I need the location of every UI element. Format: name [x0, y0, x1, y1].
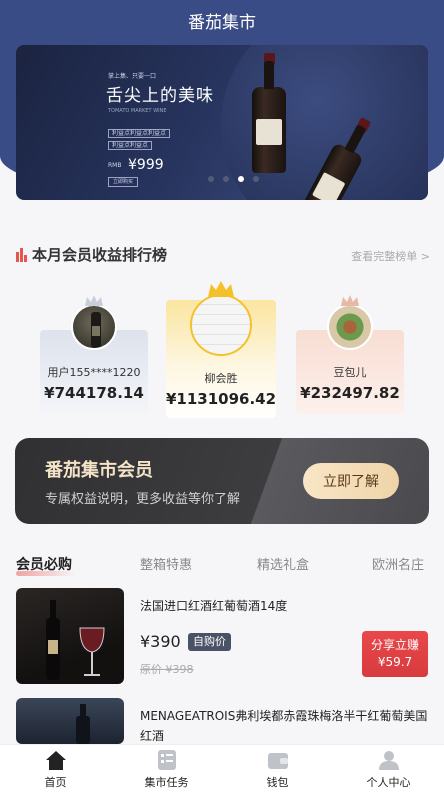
avatar — [327, 304, 373, 350]
rank-amount: ¥744178.14 — [44, 384, 144, 402]
share-amount: ¥59.7 — [377, 655, 413, 669]
share-earn-button[interactable]: 分享立赚 ¥59.7 — [362, 631, 428, 677]
product-price: ¥390 — [140, 632, 181, 651]
silver-crown-icon — [85, 295, 103, 306]
ranking-section-title: 本月会员收益排行榜 — [16, 244, 167, 265]
tab-profile[interactable]: 个人中心 — [333, 745, 444, 794]
rank-card-first[interactable]: 柳会胜 ¥1131096.42 — [166, 280, 276, 418]
task-list-icon — [157, 750, 176, 770]
banner-small-text: 掌上集、只要一口 — [108, 73, 157, 80]
product-image[interactable] — [16, 698, 124, 744]
banner-subtitle: TOMATO MARKET WINE — [108, 108, 167, 114]
page-title: 番茄集市 — [188, 12, 256, 33]
avatar — [71, 304, 117, 350]
tab-market-tasks[interactable]: 集市任务 — [111, 745, 222, 794]
rank-user-name: 柳会胜 — [204, 372, 238, 385]
share-label: 分享立赚 — [370, 638, 419, 652]
carousel-dot[interactable] — [208, 176, 214, 182]
learn-more-button[interactable]: 立即了解 — [303, 463, 399, 499]
membership-description: 专属权益说明，更多收益等你了解 — [45, 492, 241, 507]
bar-chart-icon — [16, 247, 27, 262]
ranking-title: 本月会员收益排行榜 — [32, 246, 168, 264]
rank-user-name: 用户155****1220 — [47, 366, 141, 379]
view-full-ranking-link[interactable]: 查看完整榜单 > — [351, 248, 430, 264]
product-item[interactable]: 法国进口红酒红葡萄酒14度 ¥390 自购价 原价 ¥398 分享立赚 ¥59.… — [0, 588, 444, 688]
product-item[interactable]: MENAGEATROIS弗利埃都赤霞珠梅洛半干红葡萄美国红酒 — [0, 698, 444, 744]
banner-tag: 利益点利益点 — [108, 141, 153, 150]
wine-bottle-image — [252, 53, 286, 173]
carousel-dots[interactable] — [208, 176, 259, 182]
tab-member-must-buy[interactable]: 会员必购 — [16, 554, 72, 574]
rank-card-second[interactable]: 用户155****1220 ¥744178.14 — [40, 294, 148, 414]
banner-tag: 利益点利益点利益点 — [108, 129, 171, 138]
rank-card-third[interactable]: 豆包儿 ¥232497.82 — [296, 294, 404, 414]
product-name[interactable]: MENAGEATROIS弗利埃都赤霞珠梅洛半干红葡萄美国红酒 — [140, 706, 430, 746]
product-image[interactable] — [16, 588, 124, 684]
wallet-icon — [267, 753, 288, 769]
membership-card[interactable]: 番茄集市会员 专属权益说明，更多收益等你了解 立即了解 — [15, 438, 429, 524]
product-name[interactable]: 法国进口红酒红葡萄酒14度 — [140, 596, 430, 616]
bottom-tab-bar: 首页 集市任务 钱包 个人中心 — [0, 744, 444, 794]
carousel-dot[interactable] — [253, 176, 259, 182]
tab-wallet[interactable]: 钱包 — [222, 745, 333, 794]
gold-crown-icon — [208, 281, 234, 297]
tab-gift-boxes[interactable]: 精选礼盒 — [257, 554, 309, 573]
tab-profile-label: 个人中心 — [366, 776, 411, 789]
membership-title: 番茄集市会员 — [45, 460, 153, 481]
home-icon — [45, 751, 66, 770]
carousel-dot[interactable] — [223, 176, 229, 182]
original-price: 原价 ¥398 — [140, 663, 194, 676]
tab-case-deals[interactable]: 整箱特惠 — [140, 554, 192, 573]
self-buy-badge: 自购价 — [188, 633, 231, 651]
bronze-crown-icon — [341, 295, 359, 306]
promo-banner[interactable]: 掌上集、只要一口 舌尖上的美味 TOMATO MARKET WINE 利益点利益… — [16, 45, 428, 200]
tab-tasks-label: 集市任务 — [144, 776, 189, 789]
carousel-dot-active[interactable] — [238, 176, 244, 182]
tab-european-chateaux[interactable]: 欧洲名庄 — [372, 554, 424, 573]
banner-currency: RMB — [108, 162, 122, 169]
rank-amount: ¥232497.82 — [300, 384, 400, 402]
category-tabs: 会员必购 整箱特惠 精选礼盒 欧洲名庄 — [0, 554, 444, 576]
avatar — [190, 294, 252, 356]
tab-wallet-label: 钱包 — [266, 776, 289, 789]
tab-home-label: 首页 — [44, 776, 67, 789]
tab-home[interactable]: 首页 — [0, 745, 111, 794]
rank-amount: ¥1131096.42 — [165, 390, 277, 408]
banner-buy-button[interactable]: 立即购买 — [108, 177, 139, 187]
rank-user-name: 豆包儿 — [333, 366, 367, 379]
user-icon — [378, 751, 399, 770]
banner-title: 舌尖上的美味 — [106, 86, 214, 106]
banner-price: ¥999 — [128, 157, 164, 173]
